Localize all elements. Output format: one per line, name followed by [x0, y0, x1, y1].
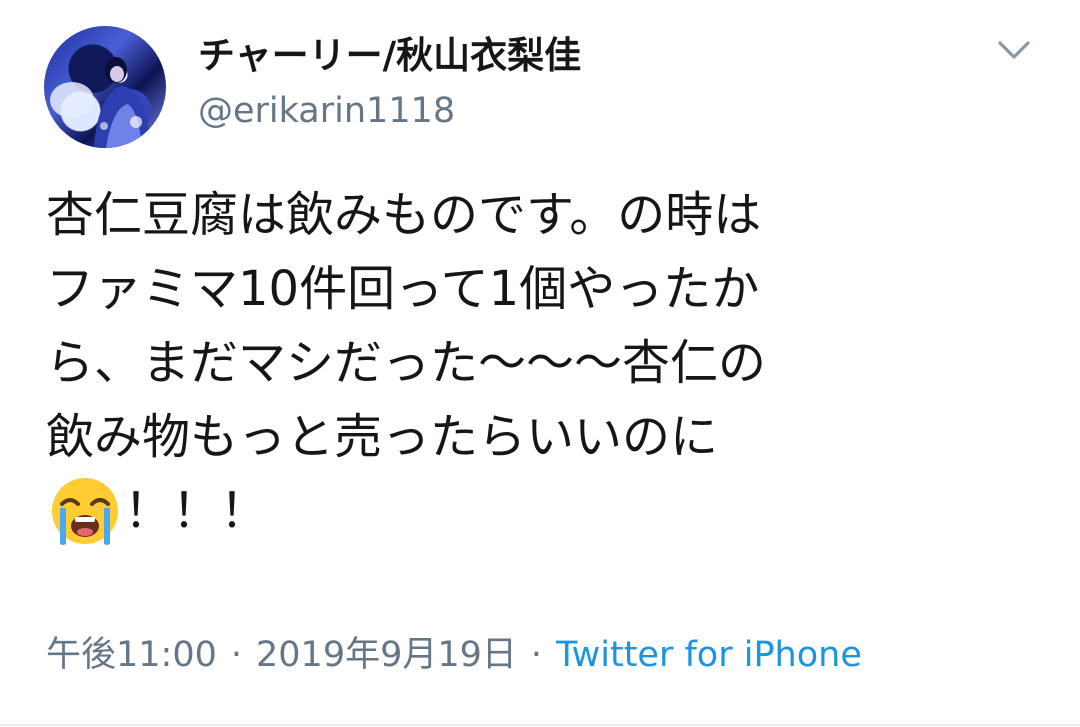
exclamation-marks: ！！！ [124, 483, 269, 539]
tweet-date[interactable]: 2019年9月19日 [256, 635, 517, 675]
separator-dot: · [230, 635, 243, 675]
display-name[interactable]: チャーリー/秋山衣梨佳 [198, 30, 581, 82]
chevron-down-icon [998, 41, 1030, 59]
profile-photo-icon [50, 57, 152, 148]
tweet-metadata: 午後11:00 · 2019年9月19日 · Twitter for iPhone [46, 630, 862, 680]
tweet-text: 杏仁豆腐は飲みものです。の時は ファミマ10件回って1個やったか ら、まだマシだ… [46, 178, 1046, 548]
tweet-text-line: ら、まだマシだった〜〜〜杏仁の [46, 335, 767, 391]
tweet-time[interactable]: 午後11:00 [46, 635, 217, 675]
tweet-text-line: 杏仁豆腐は飲みものです。の時は [46, 187, 762, 243]
tweet-detail: チャーリー/秋山衣梨佳 @erikarin1118 杏仁豆腐は飲みものです。の時… [0, 0, 1080, 727]
avatar[interactable] [44, 26, 166, 148]
tweet-menu-button[interactable] [994, 34, 1034, 66]
tweet-text-line: 飲み物もっと売ったらいいのに [46, 409, 719, 465]
tweet-source-link[interactable]: Twitter for iPhone [556, 635, 862, 675]
divider [0, 724, 1080, 726]
loudly-crying-face-icon [46, 474, 124, 548]
tweet-text-line: ファミマ10件回って1個やったか [46, 261, 760, 317]
separator-dot: · [530, 635, 543, 675]
tweet-text-line-last: ！！！ [46, 474, 1046, 548]
user-handle[interactable]: @erikarin1118 [198, 88, 455, 134]
